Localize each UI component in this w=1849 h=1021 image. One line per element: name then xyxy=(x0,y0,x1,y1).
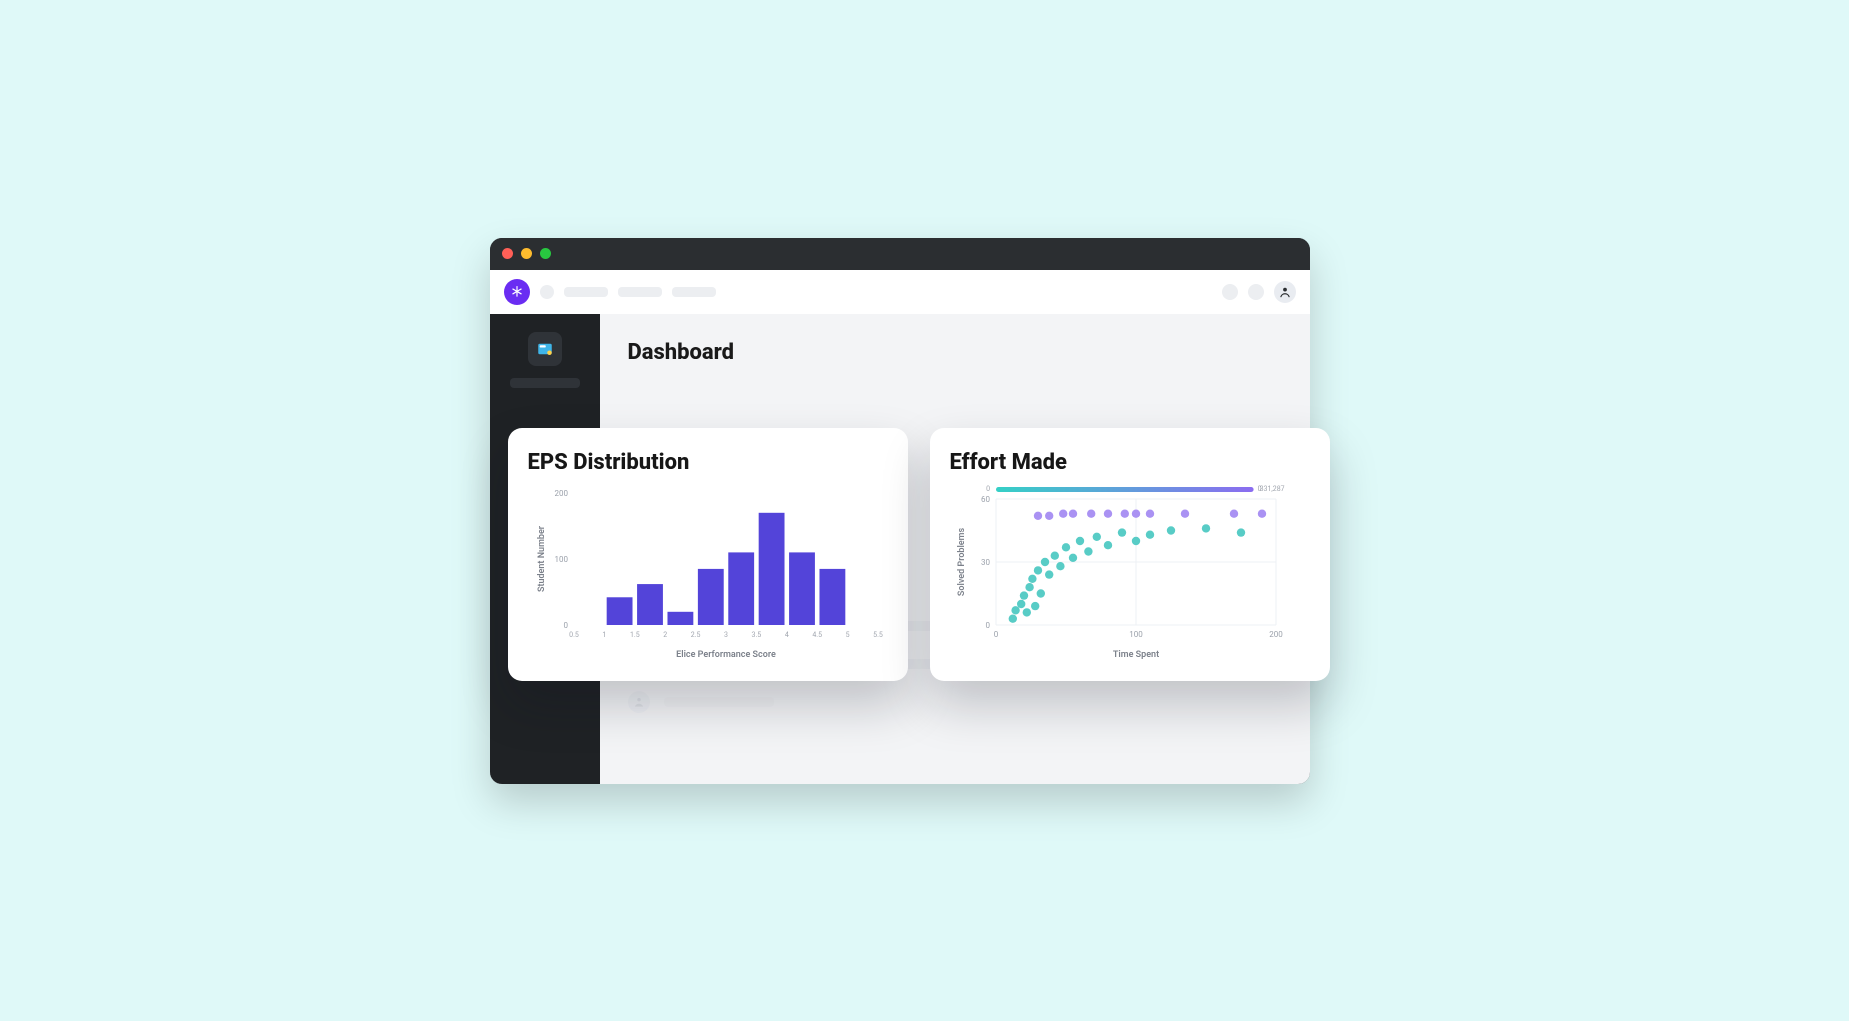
svg-text:4: 4 xyxy=(784,631,788,639)
user-icon xyxy=(632,695,646,709)
avatar[interactable] xyxy=(1274,281,1296,303)
svg-text:100: 100 xyxy=(554,555,568,564)
svg-text:60: 60 xyxy=(981,495,990,504)
svg-text:0.5: 0.5 xyxy=(569,631,579,639)
nav-placeholder xyxy=(618,287,662,297)
svg-text:0: 0 xyxy=(986,485,990,493)
card-title: EPS Distribution xyxy=(528,450,888,475)
nav-placeholder xyxy=(540,285,554,299)
appbar xyxy=(490,270,1310,314)
svg-text:3.5: 3.5 xyxy=(751,631,761,639)
svg-text:100: 100 xyxy=(1129,630,1143,639)
row-avatar xyxy=(628,691,650,713)
svg-text:0: 0 xyxy=(563,621,568,630)
svg-text:Student Number: Student Number xyxy=(537,525,547,592)
close-icon[interactable] xyxy=(502,248,513,259)
brand-logo[interactable] xyxy=(504,279,530,305)
svg-text:2.5: 2.5 xyxy=(690,631,700,639)
action-placeholder xyxy=(1222,284,1238,300)
svg-text:1.5: 1.5 xyxy=(629,631,639,639)
card-title: Effort Made xyxy=(950,450,1310,475)
card-icon xyxy=(536,340,554,358)
effort-scatter-chart: 00331,287030600100200Solved ProblemsTime… xyxy=(950,481,1310,661)
titlebar xyxy=(490,238,1310,270)
card-effort-made: Effort Made 00331,287030600100200Solved … xyxy=(930,428,1330,681)
action-placeholder xyxy=(1248,284,1264,300)
svg-text:Solved Problems: Solved Problems xyxy=(957,527,967,596)
svg-text:0: 0 xyxy=(993,630,998,639)
svg-text:4.5: 4.5 xyxy=(812,631,822,639)
asterisk-icon xyxy=(510,285,524,299)
svg-text:2: 2 xyxy=(663,631,667,639)
svg-text:200: 200 xyxy=(1269,630,1283,639)
user-icon xyxy=(1278,285,1292,299)
svg-text:3: 3 xyxy=(724,631,728,639)
eps-bar-chart: 0 100 200 Student Number 0.5 1 1.5 2 2.5 3 3.5 4 4.5… xyxy=(528,481,888,661)
svg-text:1: 1 xyxy=(602,631,606,639)
svg-text:30: 30 xyxy=(981,558,990,567)
svg-text:331,287: 331,287 xyxy=(1259,485,1284,493)
svg-text:Elice Performance Score: Elice Performance Score xyxy=(676,650,776,660)
sidebar-course-icon[interactable] xyxy=(528,332,562,366)
row-placeholder xyxy=(664,697,774,707)
list-item xyxy=(628,691,1282,713)
nav-placeholder xyxy=(564,287,608,297)
card-eps-distribution: EPS Distribution 0 100 200 Student Number 0.… xyxy=(508,428,908,681)
maximize-icon[interactable] xyxy=(540,248,551,259)
svg-text:200: 200 xyxy=(554,489,568,498)
nav-placeholder xyxy=(672,287,716,297)
svg-text:5: 5 xyxy=(845,631,849,639)
sidebar-item-placeholder xyxy=(510,378,580,388)
svg-text:Time Spent: Time Spent xyxy=(1112,650,1158,660)
svg-text:5.5: 5.5 xyxy=(873,631,883,639)
page-title: Dashboard xyxy=(628,340,1282,365)
minimize-icon[interactable] xyxy=(521,248,532,259)
svg-text:0: 0 xyxy=(985,621,990,630)
